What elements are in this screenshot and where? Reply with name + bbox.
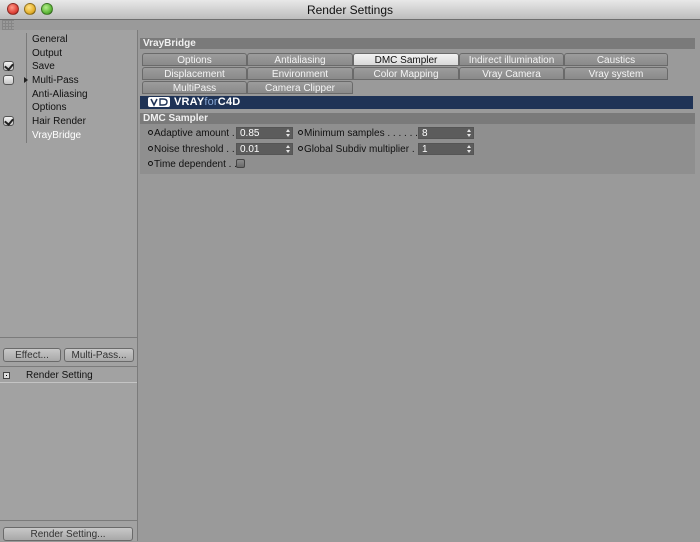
tab-environment[interactable]: Environment bbox=[247, 67, 353, 80]
sidebar-item-multi-pass[interactable]: Multi-Pass bbox=[0, 74, 137, 88]
tree-line bbox=[26, 101, 27, 115]
render-setting-button[interactable]: Render Setting... bbox=[3, 527, 133, 541]
animate-bullet-icon[interactable] bbox=[298, 146, 303, 151]
tab-antialiasing[interactable]: Antialiasing bbox=[247, 53, 353, 66]
sidebar-checkbox[interactable] bbox=[3, 116, 14, 126]
adaptive-amount-input[interactable]: 0.85 bbox=[236, 127, 293, 139]
sidebar-item-anti-aliasing[interactable]: Anti-Aliasing bbox=[0, 88, 137, 102]
sidebar-item-label: Anti-Aliasing bbox=[32, 89, 88, 100]
adaptive-amount-label: Adaptive amount . . bbox=[154, 128, 241, 139]
title-bar: Render Settings bbox=[0, 0, 700, 20]
render-setting-label: Render Setting bbox=[26, 370, 93, 381]
disclosure-triangle-icon[interactable] bbox=[24, 77, 28, 83]
sidebar-divider bbox=[0, 366, 137, 367]
time-dependent-checkbox[interactable] bbox=[236, 159, 245, 168]
noise-threshold-input[interactable]: 0.01 bbox=[236, 143, 293, 155]
tab-indirect-illumination-gi[interactable]: Indirect illumination (GI) bbox=[459, 53, 564, 79]
sidebar-divider bbox=[0, 337, 137, 338]
sidebar-item-options[interactable]: Options bbox=[0, 101, 137, 115]
animate-bullet-icon[interactable] bbox=[148, 161, 153, 166]
multi-pass-button[interactable]: Multi-Pass... bbox=[64, 348, 134, 362]
stepper-arrows-icon[interactable] bbox=[286, 145, 291, 153]
animate-bullet-icon[interactable] bbox=[298, 130, 303, 135]
tree-line bbox=[26, 129, 27, 143]
sidebar-item-label: Output bbox=[32, 48, 63, 59]
sidebar: General Output Save Multi-Pass Anti-Aliasing… bbox=[0, 30, 138, 541]
vraybridge-header: VrayBridge bbox=[140, 38, 695, 49]
tab-multipass[interactable]: MultiPass bbox=[142, 81, 247, 94]
sidebar-item-output[interactable]: Output bbox=[0, 47, 137, 61]
sidebar-item-hair-render[interactable]: Hair Render bbox=[0, 115, 137, 129]
vray-banner: VRAYforC4D bbox=[140, 96, 693, 109]
render-setting-icon bbox=[3, 372, 10, 379]
sidebar-checkbox[interactable] bbox=[3, 61, 14, 71]
tab-options[interactable]: Options bbox=[142, 53, 247, 66]
sidebar-divider bbox=[0, 520, 137, 521]
animate-bullet-icon[interactable] bbox=[148, 146, 153, 151]
global-subdiv-row: Global Subdiv multiplier . . bbox=[298, 143, 421, 156]
stepper-arrows-icon[interactable] bbox=[467, 145, 472, 153]
tree-line bbox=[26, 33, 27, 47]
tree-line bbox=[26, 60, 27, 74]
tree-line bbox=[26, 115, 27, 129]
global-subdiv-input[interactable]: 1 bbox=[418, 143, 474, 155]
time-dependent-label: Time dependent . . bbox=[154, 159, 238, 170]
vray-logo-text: VRAYforC4D bbox=[174, 96, 241, 108]
tab-displacement[interactable]: Displacement bbox=[142, 67, 247, 80]
dmc-sampler-section-header: DMC Sampler bbox=[140, 113, 695, 124]
animate-bullet-icon[interactable] bbox=[148, 130, 153, 135]
global-subdiv-label: Global Subdiv multiplier . . bbox=[304, 144, 421, 155]
minimum-samples-input[interactable]: 8 bbox=[418, 127, 474, 139]
sidebar-item-label: Hair Render bbox=[32, 116, 86, 127]
tree-line bbox=[26, 88, 27, 102]
stepper-arrows-icon[interactable] bbox=[286, 129, 291, 137]
tab-vray-camera[interactable]: Vray Camera bbox=[459, 67, 564, 80]
tab-dmc-sampler[interactable]: DMC Sampler bbox=[353, 53, 459, 66]
minimum-samples-row: Minimum samples . . . . . . . bbox=[298, 127, 423, 140]
tree-line bbox=[26, 47, 27, 61]
sidebar-item-label: General bbox=[32, 34, 68, 45]
sidebar-item-label: Multi-Pass bbox=[32, 75, 79, 86]
sidebar-item-label: Options bbox=[32, 102, 67, 113]
sidebar-item-save[interactable]: Save bbox=[0, 60, 137, 74]
tab-vray-system[interactable]: Vray system bbox=[564, 67, 668, 80]
sidebar-checkbox[interactable] bbox=[3, 75, 14, 85]
resize-grip-icon[interactable] bbox=[2, 20, 14, 30]
window-title: Render Settings bbox=[306, 3, 394, 17]
sidebar-divider bbox=[0, 382, 137, 383]
time-dependent-row: Time dependent . . bbox=[148, 158, 238, 171]
vray-logo-icon bbox=[148, 97, 170, 107]
tab-camera-clipper[interactable]: Camera Clipper bbox=[247, 81, 353, 94]
sidebar-item-label: Save bbox=[32, 61, 55, 72]
sidebar-item-general[interactable]: General bbox=[0, 33, 137, 47]
tab-color-mapping[interactable]: Color Mapping bbox=[353, 67, 459, 80]
noise-threshold-label: Noise threshold . . bbox=[154, 144, 235, 155]
sidebar-item-label: VrayBridge bbox=[32, 130, 82, 141]
sidebar-item-vraybridge[interactable]: VrayBridge bbox=[0, 129, 137, 143]
tab-caustics[interactable]: Caustics bbox=[564, 53, 668, 66]
effect-button[interactable]: Effect... bbox=[3, 348, 61, 362]
minimum-samples-label: Minimum samples . . . . . . . bbox=[304, 128, 424, 139]
stepper-arrows-icon[interactable] bbox=[467, 129, 472, 137]
render-setting-item[interactable]: Render Setting bbox=[0, 369, 137, 383]
